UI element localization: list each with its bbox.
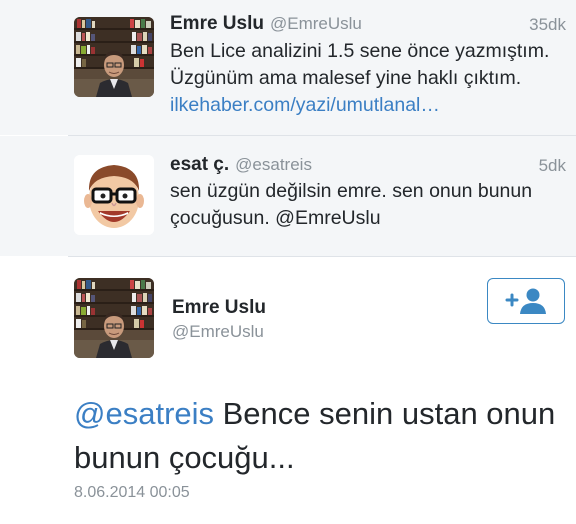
tweet-text-line: sen üzgün değilsin emre. sen onun bunun (170, 180, 533, 202)
follow-button[interactable] (487, 278, 565, 324)
main-tweet-line: @esatreis Bence senin ustan onun (74, 392, 555, 436)
tweet-header: esat ç. @esatreis (170, 154, 312, 176)
tweet-time: 35dk (529, 15, 566, 34)
tweet-text: Ben Lice analizini 1.5 sene önce yazmışt… (170, 38, 549, 119)
profile-avatar[interactable] (74, 278, 154, 358)
main-tweet-text-part: Bence senin ustan onun (214, 396, 556, 431)
tweet-text: sen üzgün değilsin emre. sen onun bunun … (170, 178, 532, 232)
divider (68, 256, 576, 257)
tweet-timestamp: 8.06.2014 00:05 (74, 484, 190, 501)
main-tweet-line: bunun çocuğu... (74, 440, 295, 475)
tweet-author-name[interactable]: esat ç. (170, 154, 229, 175)
profile-name[interactable]: Emre Uslu (172, 297, 266, 319)
profile-handle[interactable]: @EmreUslu (172, 322, 264, 342)
tweet-emre-uslu[interactable]: Emre Uslu @EmreUslu 35dk Ben Lice analizi… (0, 0, 576, 135)
tweet-text-line: Üzgünüm ama malesef yine haklı çıktım. (170, 67, 522, 89)
avatar-emre-uslu[interactable] (74, 17, 154, 97)
tweet-time: 5dk (538, 156, 566, 175)
tweet-text-line: çocuğusun. @EmreUslu (170, 207, 381, 229)
main-tweet-text: @esatreis Bence senin ustan onun bunun ç… (74, 392, 555, 480)
tweet-author-name[interactable]: Emre Uslu (170, 13, 264, 34)
add-user-icon (505, 287, 549, 320)
tweet-link[interactable]: ilkehaber.com/yazi/umutlanal… (170, 92, 549, 119)
tweet-header: Emre Uslu @EmreUslu (170, 13, 362, 35)
tweet-esat[interactable]: esat ç. @esatreis 5dk sen üzgün değilsin … (0, 136, 576, 256)
tweet-author-handle[interactable]: @esatreis (235, 155, 312, 174)
mention-link[interactable]: @esatreis (74, 396, 214, 431)
tweet-author-handle[interactable]: @EmreUslu (270, 14, 362, 33)
avatar-esat[interactable] (74, 155, 154, 235)
tweet-text-line: Ben Lice analizini 1.5 sene önce yazmışt… (170, 40, 550, 62)
